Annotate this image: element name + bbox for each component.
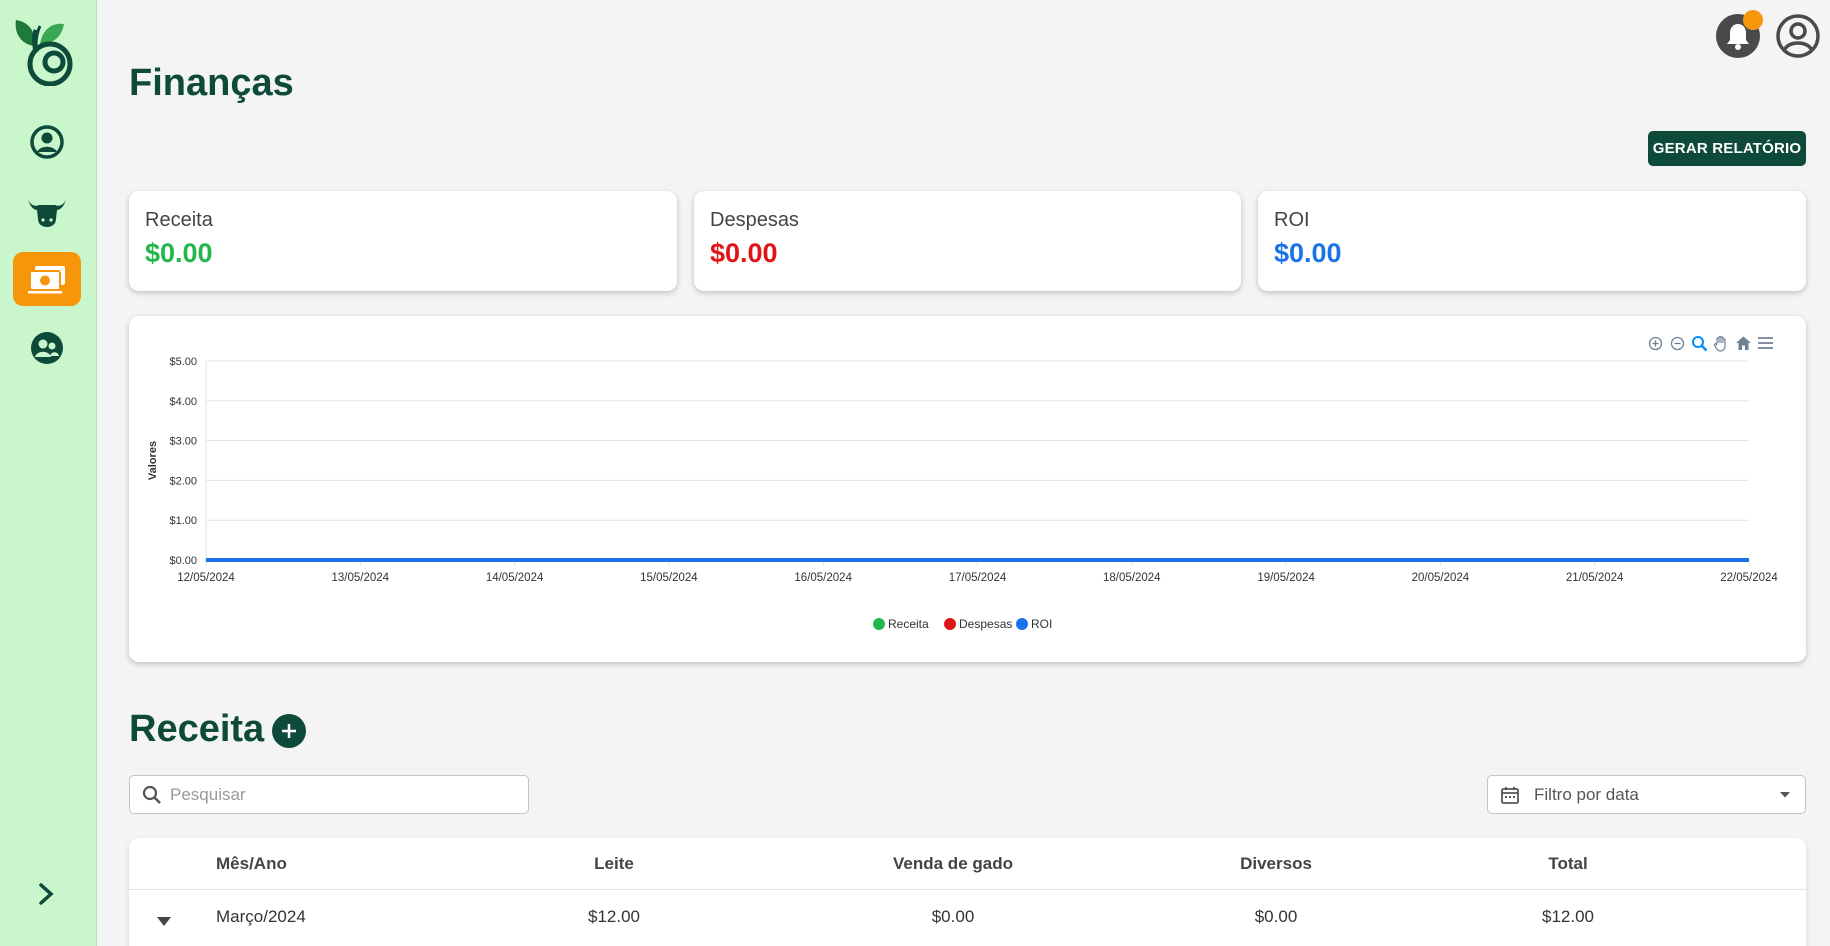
card-value: $0.00 [710,238,778,268]
x-tick-label: 13/05/2024 [332,572,390,584]
zoom-select-icon[interactable] [1690,334,1708,352]
x-tick-label: 12/05/2024 [177,572,235,584]
column-header[interactable]: Venda de gado [893,854,1013,874]
add-revenue-button[interactable] [272,714,306,748]
x-tick-label: 22/05/2024 [1720,572,1778,584]
revenue-section-title: Receita [129,708,265,750]
table-row[interactable]: Março/2024 $12.00 $0.00 $0.00 $12.00 [129,891,1806,943]
menu-icon[interactable] [1756,334,1774,352]
sidebar-item-profile[interactable] [13,115,81,169]
cell-month-year: Março/2024 [216,907,306,926]
legend-label: Despesas [959,617,1012,631]
sidebar-expand-button[interactable] [28,876,64,912]
sidebar [0,0,97,946]
x-tick-label: 18/05/2024 [1103,572,1161,584]
finance-chart: $0.00 $1.00 $2.00 $3.00 $4.00 $5.00 Valores 12/… [147,356,1778,631]
x-tick-label: 14/05/2024 [486,572,544,584]
table-header: Mês/Ano Leite Venda de gado Diversos Tot… [129,838,1806,890]
column-header[interactable]: Total [1548,854,1587,874]
page-title: Finanças [129,62,294,104]
card-label: Despesas [710,209,799,231]
user-circle-icon [30,125,64,159]
y-tick-label: $1.00 [169,515,197,527]
y-tick-label: $0.00 [169,555,197,567]
cell-milk: $12.00 [588,907,640,926]
y-tick-label: $3.00 [169,436,197,448]
legend-label: Receita [888,617,929,631]
expand-row-icon[interactable] [157,911,171,931]
column-header[interactable]: Mês/Ano [216,854,287,874]
profile-button[interactable] [1776,14,1820,58]
search-icon [142,785,161,804]
y-tick-label: $5.00 [169,356,197,368]
date-filter-select[interactable]: Filtro por data [1487,775,1806,814]
zoom-in-icon[interactable] [1646,334,1664,352]
chart-toolbar [1646,334,1774,352]
notification-badge [1743,10,1763,30]
column-header[interactable]: Leite [594,854,634,874]
card-label: Receita [145,209,213,231]
card-label: ROI [1274,209,1310,231]
calendar-icon [1501,786,1519,804]
column-header[interactable]: Diversos [1240,854,1312,874]
revenue-card: Receita $0.00 [129,191,677,291]
app-logo[interactable] [12,16,82,87]
sidebar-item-cattle[interactable] [13,184,81,238]
search-input[interactable] [170,784,510,805]
legend-label: ROI [1031,617,1052,631]
cell-total: $12.00 [1542,907,1594,926]
x-tick-label: 15/05/2024 [640,572,698,584]
cell-misc: $0.00 [1254,907,1298,926]
legend-marker [944,618,956,630]
user-avatar-icon [1776,14,1820,58]
legend-marker [873,618,885,630]
zoom-out-icon[interactable] [1668,334,1686,352]
roi-card: ROI $0.00 [1258,191,1806,291]
x-tick-label: 20/05/2024 [1412,572,1470,584]
legend-marker [1016,618,1028,630]
money-icon [28,266,65,294]
home-icon[interactable] [1734,334,1752,352]
card-value: $0.00 [1274,238,1342,268]
chevron-down-icon [1780,791,1790,797]
sidebar-item-people[interactable] [13,321,81,375]
x-tick-label: 21/05/2024 [1566,572,1624,584]
x-tick-label: 16/05/2024 [794,572,852,584]
generate-report-button[interactable]: GERAR RELATÓRIO [1648,131,1806,166]
finance-chart-card: $0.00 $1.00 $2.00 $3.00 $4.00 $5.00 Valores 12/… [129,316,1806,662]
x-tick-label: 19/05/2024 [1257,572,1315,584]
sidebar-item-finance[interactable] [13,252,81,306]
cell-cattle-sale: $0.00 [931,907,975,926]
card-value: $0.00 [145,238,213,268]
y-tick-label: $2.00 [169,475,197,487]
people-icon [31,332,63,364]
revenue-table: Mês/Ano Leite Venda de gado Diversos Tot… [129,838,1806,946]
x-tick-label: 17/05/2024 [949,572,1007,584]
search-field[interactable] [129,775,529,814]
cattle-icon [28,199,66,227]
y-tick-label: $4.00 [169,396,197,408]
date-filter-label: Filtro por data [1534,784,1639,804]
y-axis-label: Valores [147,441,159,480]
chevron-right-icon [39,883,54,905]
plus-icon [282,724,296,738]
pan-icon[interactable] [1712,334,1730,352]
expenses-card: Despesas $0.00 [694,191,1241,291]
